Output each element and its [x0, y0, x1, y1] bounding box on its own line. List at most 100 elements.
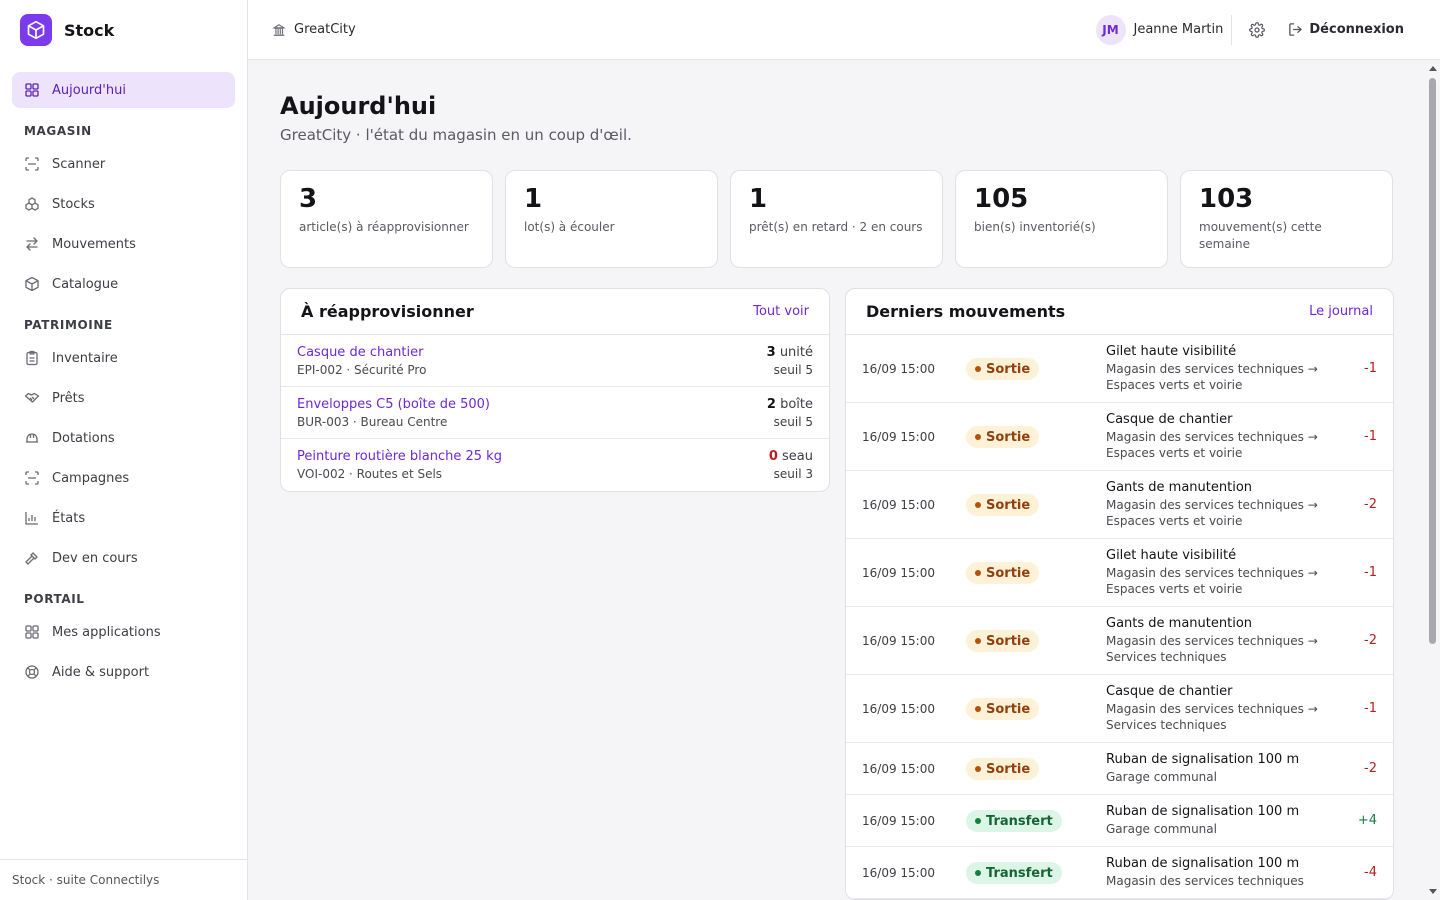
- sidebar-item-catalogue[interactable]: Catalogue: [12, 266, 235, 302]
- table-row[interactable]: 16/09 15:00 Sortie Gants de manutention Mag…: [846, 607, 1393, 675]
- table-row[interactable]: 16/09 15:00 Sortie Casque de chantier Magas…: [846, 675, 1393, 743]
- quantity-unit: unité: [779, 344, 813, 360]
- list-item[interactable]: Peinture routière blanche 25 kg VOI-002 ·…: [281, 439, 829, 491]
- sidebar-nav: Aujourd'hui MAGASIN Scanner Stocks Mouve…: [0, 60, 247, 690]
- sidebar-item-label: Mouvements: [52, 236, 136, 252]
- table-row[interactable]: 16/09 15:00 Sortie Casque de chantier Magas…: [846, 403, 1393, 471]
- kpi-value: 103: [1199, 184, 1254, 214]
- scroll-down-arrow-icon[interactable]: [1429, 889, 1437, 894]
- user-name[interactable]: Jeanne Martin: [1134, 22, 1224, 37]
- badge-cell: Transfert: [966, 809, 1106, 832]
- badge-label: Transfert: [986, 813, 1053, 829]
- kpi-card-biens[interactable]: 105 bien(s) inventorié(s): [955, 170, 1168, 268]
- logout-button[interactable]: Déconnexion: [1288, 22, 1404, 37]
- list-item[interactable]: Enveloppes C5 (boîte de 500) BUR-003 · Bu…: [281, 387, 829, 439]
- table-row[interactable]: 16/09 15:00 Sortie Gants de manutention Mag…: [846, 471, 1393, 539]
- restock-panel: À réapprovisionner Tout voir Casque de c…: [280, 288, 830, 492]
- status-badge: Sortie: [966, 758, 1040, 780]
- item-quantity: 3 unité: [767, 345, 813, 360]
- movement-delta: -2: [1364, 633, 1377, 648]
- item-link[interactable]: Enveloppes C5 (boîte de 500): [297, 397, 490, 412]
- grid-icon: [25, 625, 39, 639]
- item-link[interactable]: Peinture routière blanche 25 kg: [297, 449, 502, 464]
- journal-link[interactable]: Le journal: [1309, 304, 1373, 319]
- movement-date: 16/09 15:00: [862, 761, 935, 776]
- sidebar-item-label: Inventaire: [52, 350, 118, 366]
- badge-cell: Sortie: [966, 757, 1106, 780]
- sidebar-item-etats[interactable]: États: [12, 500, 235, 536]
- kpi-card-mouvements[interactable]: 103 mouvement(s) cette semaine: [1180, 170, 1393, 268]
- sidebar-item-mouvements[interactable]: Mouvements: [12, 226, 235, 262]
- movement-delta: -4: [1364, 865, 1377, 880]
- sidebar-footer: Stock · suite Connectilys: [0, 859, 247, 900]
- sidebar-item-campagnes[interactable]: Campagnes: [12, 460, 235, 496]
- lifebuoy-icon: [25, 665, 39, 679]
- movement-date: 16/09 15:00: [862, 865, 935, 880]
- scroll-up-arrow-icon[interactable]: [1429, 66, 1437, 71]
- page-subtitle: GreatCity · l'état du magasin en un coup…: [280, 126, 632, 144]
- see-all-link[interactable]: Tout voir: [753, 304, 809, 319]
- sidebar-item-prets[interactable]: Prêts: [12, 380, 235, 416]
- badge-cell: Sortie: [966, 629, 1106, 652]
- header-actions: JM Jeanne Martin Déconnexion: [1095, 0, 1440, 60]
- sidebar-item-aide-support[interactable]: Aide & support: [12, 654, 235, 690]
- sidebar-item-stocks[interactable]: Stocks: [12, 186, 235, 222]
- table-row[interactable]: 16/09 15:00 Sortie Gilet haute visibilité M…: [846, 335, 1393, 403]
- movement-item: Gants de manutention: [1106, 480, 1253, 495]
- scan-icon: [25, 471, 39, 485]
- movement-delta: -1: [1364, 361, 1377, 376]
- table-row[interactable]: 16/09 15:00 Transfert Ruban de signalisati…: [846, 847, 1393, 899]
- movement-info: Gilet haute visibilité Magasin des servic…: [1106, 548, 1337, 597]
- table-row[interactable]: 16/09 15:00 Transfert Ruban de signalisati…: [846, 795, 1393, 847]
- movement-path: Magasin des services techniques → Espace…: [1106, 430, 1318, 460]
- avatar[interactable]: JM: [1095, 14, 1126, 45]
- list-item[interactable]: Casque de chantier EPI-002 · Sécurité Pro…: [281, 335, 829, 387]
- scroll-thumb[interactable]: [1429, 78, 1436, 644]
- sidebar-item-label: Scanner: [52, 156, 106, 172]
- sidebar-item-aujourdhui[interactable]: Aujourd'hui: [12, 72, 235, 108]
- table-row[interactable]: 16/09 15:00 Sortie Ruban de signalisation …: [846, 743, 1393, 795]
- item-meta: VOI-002 · Routes et Sels: [297, 467, 443, 481]
- sidebar-item-inventaire[interactable]: Inventaire: [12, 340, 235, 376]
- table-row[interactable]: 16/09 15:00 Sortie Gilet haute visibilité M…: [846, 539, 1393, 607]
- sidebar-item-dotations[interactable]: Dotations: [12, 420, 235, 456]
- kpi-card-restock[interactable]: 3 article(s) à réapprovisionner: [280, 170, 493, 268]
- movement-item: Ruban de signalisation 100 m: [1106, 804, 1300, 819]
- status-dot-icon: [975, 502, 981, 508]
- badge-cell: Transfert: [966, 861, 1106, 884]
- movement-info: Gants de manutention Magasin des services…: [1106, 480, 1337, 529]
- movement-info: Ruban de signalisation 100 m Garage commu…: [1106, 804, 1337, 837]
- movement-date: 16/09 15:00: [862, 813, 935, 828]
- sidebar-item-label: Campagnes: [52, 470, 130, 486]
- panel-header: Derniers mouvements Le journal: [846, 289, 1393, 335]
- sidebar-item-label: Aujourd'hui: [52, 82, 126, 98]
- sidebar-item-scanner[interactable]: Scanner: [12, 146, 235, 182]
- movement-item: Gants de manutention: [1106, 616, 1253, 631]
- panel-header: À réapprovisionner Tout voir: [281, 289, 829, 335]
- handshake-icon: [24, 392, 40, 403]
- sidebar-item-mes-applications[interactable]: Mes applications: [12, 614, 235, 650]
- panels: À réapprovisionner Tout voir Casque de c…: [280, 288, 1426, 900]
- sidebar-item-label: Aide & support: [52, 664, 150, 680]
- arrows-icon: [26, 237, 38, 251]
- logout-icon: [1289, 23, 1303, 36]
- kpi-card-lots[interactable]: 1 lot(s) à écouler: [505, 170, 718, 268]
- building-icon: [272, 23, 286, 36]
- main-content: Aujourd'hui GreatCity · l'état du magasi…: [248, 60, 1426, 900]
- page-scrollbar[interactable]: [1426, 60, 1440, 900]
- status-dot-icon: [975, 706, 981, 712]
- movement-item: Casque de chantier: [1106, 412, 1233, 427]
- sidebar: Stock Aujourd'hui MAGASIN Scanner Stocks…: [0, 0, 248, 900]
- status-dot-icon: [975, 766, 981, 772]
- movements-panel: Derniers mouvements Le journal 16/09 15:…: [845, 288, 1394, 900]
- movement-path: Magasin des services techniques → Espace…: [1106, 566, 1318, 596]
- org-selector[interactable]: GreatCity: [272, 22, 356, 37]
- item-link[interactable]: Casque de chantier: [297, 345, 426, 360]
- brand[interactable]: Stock: [0, 0, 247, 60]
- sidebar-item-dev-en-cours[interactable]: Dev en cours: [12, 540, 235, 576]
- kpi-card-prets[interactable]: 1 prêt(s) en retard · 2 en cours: [730, 170, 943, 268]
- badge-label: Sortie: [986, 633, 1031, 649]
- movement-info: Ruban de signalisation 100 m Garage commu…: [1106, 752, 1337, 785]
- kpi-value: 105: [974, 184, 1029, 214]
- settings-button[interactable]: [1240, 13, 1274, 47]
